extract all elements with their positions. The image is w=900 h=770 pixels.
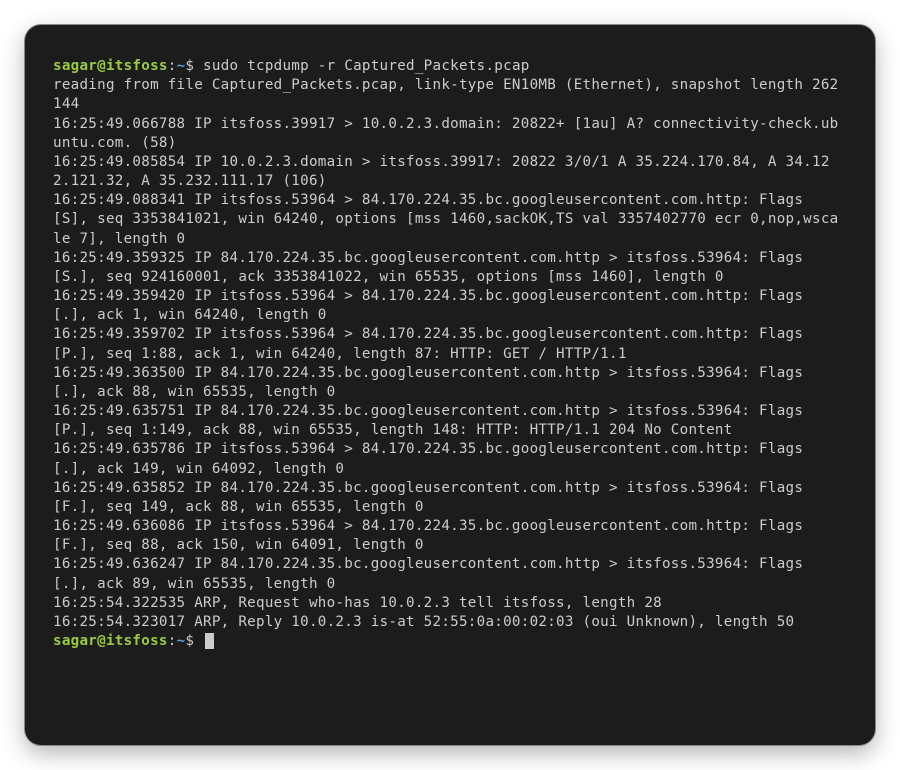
- command-input: sudo tcpdump -r Captured_Packets.pcap: [203, 58, 530, 74]
- cursor-icon: [205, 633, 214, 649]
- prompt-separator: :: [168, 58, 177, 74]
- prompt-user-host: sagar@itsfoss: [53, 58, 168, 74]
- prompt-symbol-2: $: [185, 633, 194, 649]
- prompt-symbol: $: [185, 58, 194, 74]
- prompt-user-host-2: sagar@itsfoss: [53, 633, 168, 649]
- terminal-output: reading from file Captured_Packets.pcap,…: [53, 77, 838, 630]
- prompt-separator-2: :: [168, 633, 177, 649]
- terminal-content[interactable]: sagar@itsfoss:~$ sudo tcpdump -r Capture…: [53, 57, 847, 651]
- terminal-window: sagar@itsfoss:~$ sudo tcpdump -r Capture…: [25, 25, 875, 745]
